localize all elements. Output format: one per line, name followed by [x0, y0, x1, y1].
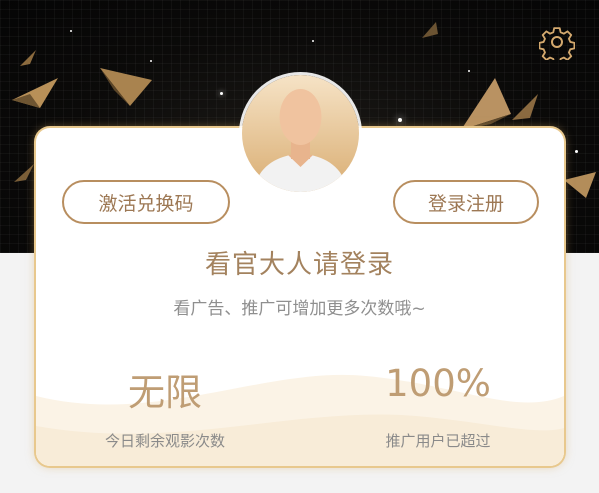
remaining-views-value: 无限 — [128, 371, 202, 414]
gold-shard-decoration — [12, 78, 58, 108]
gold-shard-decoration — [100, 68, 152, 106]
star-sparkle — [468, 70, 470, 72]
user-avatar[interactable] — [242, 75, 359, 192]
gold-shard-decoration — [20, 50, 36, 66]
star-sparkle — [70, 30, 72, 32]
login-prompt-subtitle: 看广告、推广可增加更多次数哦~ — [173, 299, 426, 319]
star-sparkle — [398, 118, 402, 122]
login-register-button[interactable]: 登录注册 — [393, 180, 539, 224]
gold-shard-decoration — [422, 22, 438, 38]
default-user-avatar-icon — [254, 89, 347, 192]
promotion-percent-label: 推广用户已超过 — [385, 432, 491, 450]
gold-shard-decoration — [512, 94, 538, 120]
gold-shard-decoration — [14, 164, 34, 182]
star-sparkle — [312, 40, 314, 42]
login-prompt-title: 看官大人请登录 — [204, 250, 394, 280]
star-sparkle — [575, 150, 578, 153]
gold-shard-decoration — [564, 172, 596, 198]
star-sparkle — [220, 92, 223, 95]
promotion-percent-value: 100% — [385, 362, 491, 405]
remaining-views-label: 今日剩余观影次数 — [104, 432, 225, 450]
settings-gear-icon[interactable] — [539, 24, 575, 60]
gold-shard-decoration — [461, 78, 511, 130]
activate-code-button[interactable]: 激活兑换码 — [62, 180, 230, 224]
